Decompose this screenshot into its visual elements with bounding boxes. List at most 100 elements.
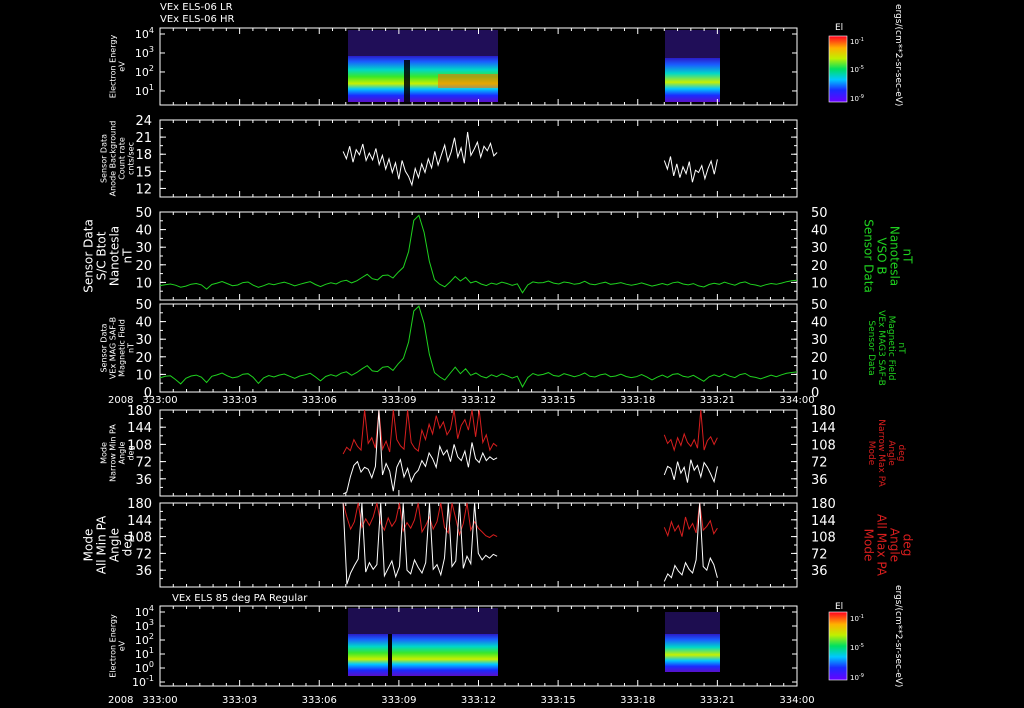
y-tick-label-right-pa1: 36 <box>811 473 828 488</box>
spec2-noise-1 <box>348 608 498 634</box>
spec1-enhancement <box>438 74 498 88</box>
colorbar-top: El 10-1 10-5 10-9 <box>828 23 864 103</box>
series-line-bkg <box>342 131 498 187</box>
y-tick-label-pa2: 108 <box>127 531 152 546</box>
y-axis-label-pa2: All Min PA <box>95 515 109 574</box>
y-tick-label-spec1-exp: 4 <box>149 26 154 35</box>
header-line-1: VEx ELS-06 LR <box>160 2 233 13</box>
y-tick-label-spec2-exp: 4 <box>149 604 154 613</box>
y-tick-label-spec2: 100 <box>135 660 154 675</box>
y-axis-label-bkg: Anode Background <box>109 121 118 197</box>
y-tick-label-spec2-exp: 2 <box>149 632 154 641</box>
y-tick-label-spec1-base: 10 <box>135 85 149 98</box>
y-axis-label-spec2: eV <box>118 640 127 651</box>
y-axis-label-spec2: Electron Energy <box>109 614 118 678</box>
y-axis-label-bkg: cnts/sec <box>127 142 136 175</box>
colorbar-top-label: El <box>835 23 843 33</box>
panel-frame-background <box>159 119 798 198</box>
y-axis-label-pa2: Mode <box>82 529 96 562</box>
spec2-gap <box>388 634 392 676</box>
y-tick-label-spec2-base: 10 <box>135 634 149 647</box>
y-axis-right-label-bvso: VSO B <box>875 237 889 274</box>
colorbar-bottom-label: El <box>835 602 843 612</box>
y-tick-label-pa2: 180 <box>127 497 152 512</box>
series-line-pa1-max <box>663 409 718 452</box>
y-tick-label-right-pa1: 144 <box>811 421 836 436</box>
y-axis-right-label-bvso: Sensor Data <box>862 219 876 293</box>
y-tick-label-right-bmag: 40 <box>811 316 828 331</box>
y-tick-label-spec1-exp: 2 <box>149 64 154 73</box>
y-tick-label-bkg: 18 <box>135 148 152 163</box>
colorbar-top-tick-low: 10-9 <box>850 94 864 103</box>
y-tick-label-spec2-base: 10 <box>135 620 149 633</box>
y-tick-label-pa2: 144 <box>127 514 152 529</box>
spec2-noise-2 <box>665 612 720 634</box>
series-line-pa2-max <box>663 502 718 538</box>
colorbar-bottom-gradient <box>828 611 848 681</box>
time-tick-label-row0: 333:03 <box>222 395 257 406</box>
series-layer <box>159 131 798 585</box>
y-tick-label-spec1-exp: 3 <box>149 45 154 54</box>
y-axis-label-bvso: S/C Btot <box>95 231 109 280</box>
y-tick-label-spec2: 103 <box>135 618 154 633</box>
y-axis-label-pa1: Narrow Min PA <box>109 424 118 482</box>
y-tick-label-bkg: 12 <box>135 182 152 197</box>
y-axis-right-label-pa2: Mode <box>862 529 876 562</box>
y-tick-label-spec2-base: 10 <box>135 648 149 661</box>
y-axis-label-spec1: eV <box>118 61 127 72</box>
y-tick-label-bkg: 21 <box>135 131 152 146</box>
y-tick-label-right-bvso: 50 <box>811 206 828 221</box>
y-tick-label-bkg: 15 <box>135 165 152 180</box>
y-axis-label-bkg: Sensor Data <box>100 134 109 183</box>
y-tick-label-spec1: 101 <box>135 83 154 98</box>
time-tick-label-row1: 334:00 <box>779 695 814 706</box>
time-tick-label-row1: 333:12 <box>461 695 496 706</box>
colorbar-bottom-tick-low: 10-9 <box>850 673 864 682</box>
y-tick-label-bvso: 40 <box>135 224 152 239</box>
y-tick-label-right-bmag: 20 <box>811 351 828 366</box>
time-tick-label-row0: 333:15 <box>541 395 576 406</box>
y-tick-label-spec2: 104 <box>135 604 154 619</box>
series-line-pa2-min <box>663 502 718 582</box>
time-tick-label-row1: 333:21 <box>700 695 735 706</box>
spec1-band-2 <box>665 58 720 102</box>
colorbar-bottom-tick-low-exp: -9 <box>859 673 864 679</box>
y-tick-label-bmag: 30 <box>135 333 152 348</box>
y-axis-label-bmag: Sensor Data <box>100 323 109 372</box>
time-tick-label-row0: 333:12 <box>461 395 496 406</box>
spectrogram-bottom <box>348 608 720 676</box>
series-line-pa1-max <box>342 409 498 455</box>
colorbar-units-bottom: ergs/(cm**2-sr-sec-eV) <box>893 585 903 687</box>
y-axis-right-label-bvso: Nanotesla <box>888 226 902 286</box>
spectrogram-top <box>348 30 720 102</box>
y-tick-label-right-bvso: 30 <box>811 241 828 256</box>
y-tick-label-right-bmag: 0 <box>811 386 819 401</box>
colorbar-top-tick-high: 10-1 <box>850 37 864 46</box>
y-tick-label-spec1-base: 10 <box>135 66 149 79</box>
y-tick-label-bvso: 20 <box>135 259 152 274</box>
y-axis-right-label-bmag: Magnetic Field <box>886 316 896 381</box>
spec2-band-2 <box>665 634 720 672</box>
time-tick-label-row1: 333:18 <box>620 695 655 706</box>
y-tick-label-bkg: 24 <box>135 114 152 129</box>
y-tick-label-bmag: 0 <box>144 386 152 401</box>
y-axis-label-bvso: Sensor Data <box>82 219 96 293</box>
time-tick-label-row0: 333:21 <box>700 395 735 406</box>
y-tick-label-right-bmag: 10 <box>811 368 828 383</box>
y-tick-label-pa2: 36 <box>135 564 152 579</box>
spec1-noise-1 <box>348 30 498 56</box>
time-tick-label-row0: 333:18 <box>620 395 655 406</box>
y-tick-label-right-bmag: 30 <box>811 333 828 348</box>
y-tick-label-bvso: 30 <box>135 241 152 256</box>
spectrogram-bottom-title: VEx ELS 85 deg PA Regular <box>172 593 308 604</box>
colorbar-top-tick-mid-exp: -5 <box>859 65 864 71</box>
spec1-dropout <box>404 60 410 102</box>
spec2-band-1 <box>348 634 498 676</box>
label-layer: 333:00 333:03 333:06 333:09 333:12 333:15 333:… <box>82 26 915 706</box>
y-tick-label-spec2-exp: 0 <box>149 660 154 669</box>
y-tick-label-pa1: 36 <box>135 473 152 488</box>
y-tick-label-pa2: 72 <box>135 547 152 562</box>
time-tick-label-row1: 333:06 <box>302 695 337 706</box>
y-tick-label-spec1: 102 <box>135 64 154 79</box>
y-tick-label-right-pa2: 108 <box>811 531 836 546</box>
